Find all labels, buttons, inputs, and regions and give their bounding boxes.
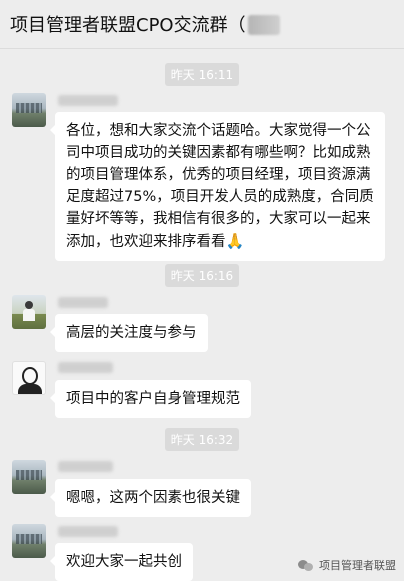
sender-name-redacted: [58, 362, 113, 373]
sender-name-redacted: [58, 95, 118, 106]
timestamp-label: 昨天 16:11: [164, 63, 240, 86]
avatar[interactable]: [12, 524, 46, 558]
chat-title[interactable]: 项目管理者联盟CPO交流群（: [10, 11, 280, 37]
timestamp-divider: 昨天 16:32: [0, 428, 404, 451]
sender-name-redacted: [58, 297, 108, 308]
message-text: 嗯嗯，这两个因素也很关键: [66, 490, 240, 506]
message-bubble[interactable]: 高层的关注度与参与: [50, 314, 208, 352]
message-bubble[interactable]: 欢迎大家一起共创: [50, 543, 193, 581]
watermark-text: 项目管理者联盟: [319, 559, 396, 572]
message-bubble[interactable]: 项目中的客户自身管理规范: [50, 380, 251, 418]
avatar[interactable]: [12, 460, 46, 494]
chat-title-text: 项目管理者联盟CPO交流群（: [10, 15, 246, 36]
timestamp-label: 昨天 16:16: [164, 264, 240, 287]
message-bubble[interactable]: 嗯嗯，这两个因素也很关键: [50, 479, 251, 517]
timestamp-label: 昨天 16:32: [164, 428, 240, 451]
message-text: 各位，想和大家交流个话题哈。大家觉得一个公司中项目成功的关键因素都有哪些啊？比如…: [66, 123, 374, 250]
wechat-icon: [298, 559, 314, 571]
message-text: 高层的关注度与参与: [66, 325, 197, 341]
message-text: 项目中的客户自身管理规范: [66, 391, 240, 407]
message-text: 欢迎大家一起共创: [66, 554, 182, 570]
watermark: 项目管理者联盟: [298, 557, 396, 573]
timestamp-divider: 昨天 16:16: [0, 264, 404, 287]
pray-emoji-icon: 🙏: [225, 232, 245, 250]
redacted-member-count: [247, 15, 280, 35]
avatar[interactable]: [12, 295, 46, 329]
avatar[interactable]: [12, 361, 46, 395]
timestamp-divider: 昨天 16:11: [0, 63, 404, 86]
chat-header: 项目管理者联盟CPO交流群（: [0, 0, 404, 49]
avatar[interactable]: [12, 93, 46, 127]
sender-name-redacted: [58, 461, 113, 472]
sender-name-redacted: [58, 526, 118, 537]
message-bubble[interactable]: 各位，想和大家交流个话题哈。大家觉得一个公司中项目成功的关键因素都有哪些啊？比如…: [50, 112, 385, 261]
